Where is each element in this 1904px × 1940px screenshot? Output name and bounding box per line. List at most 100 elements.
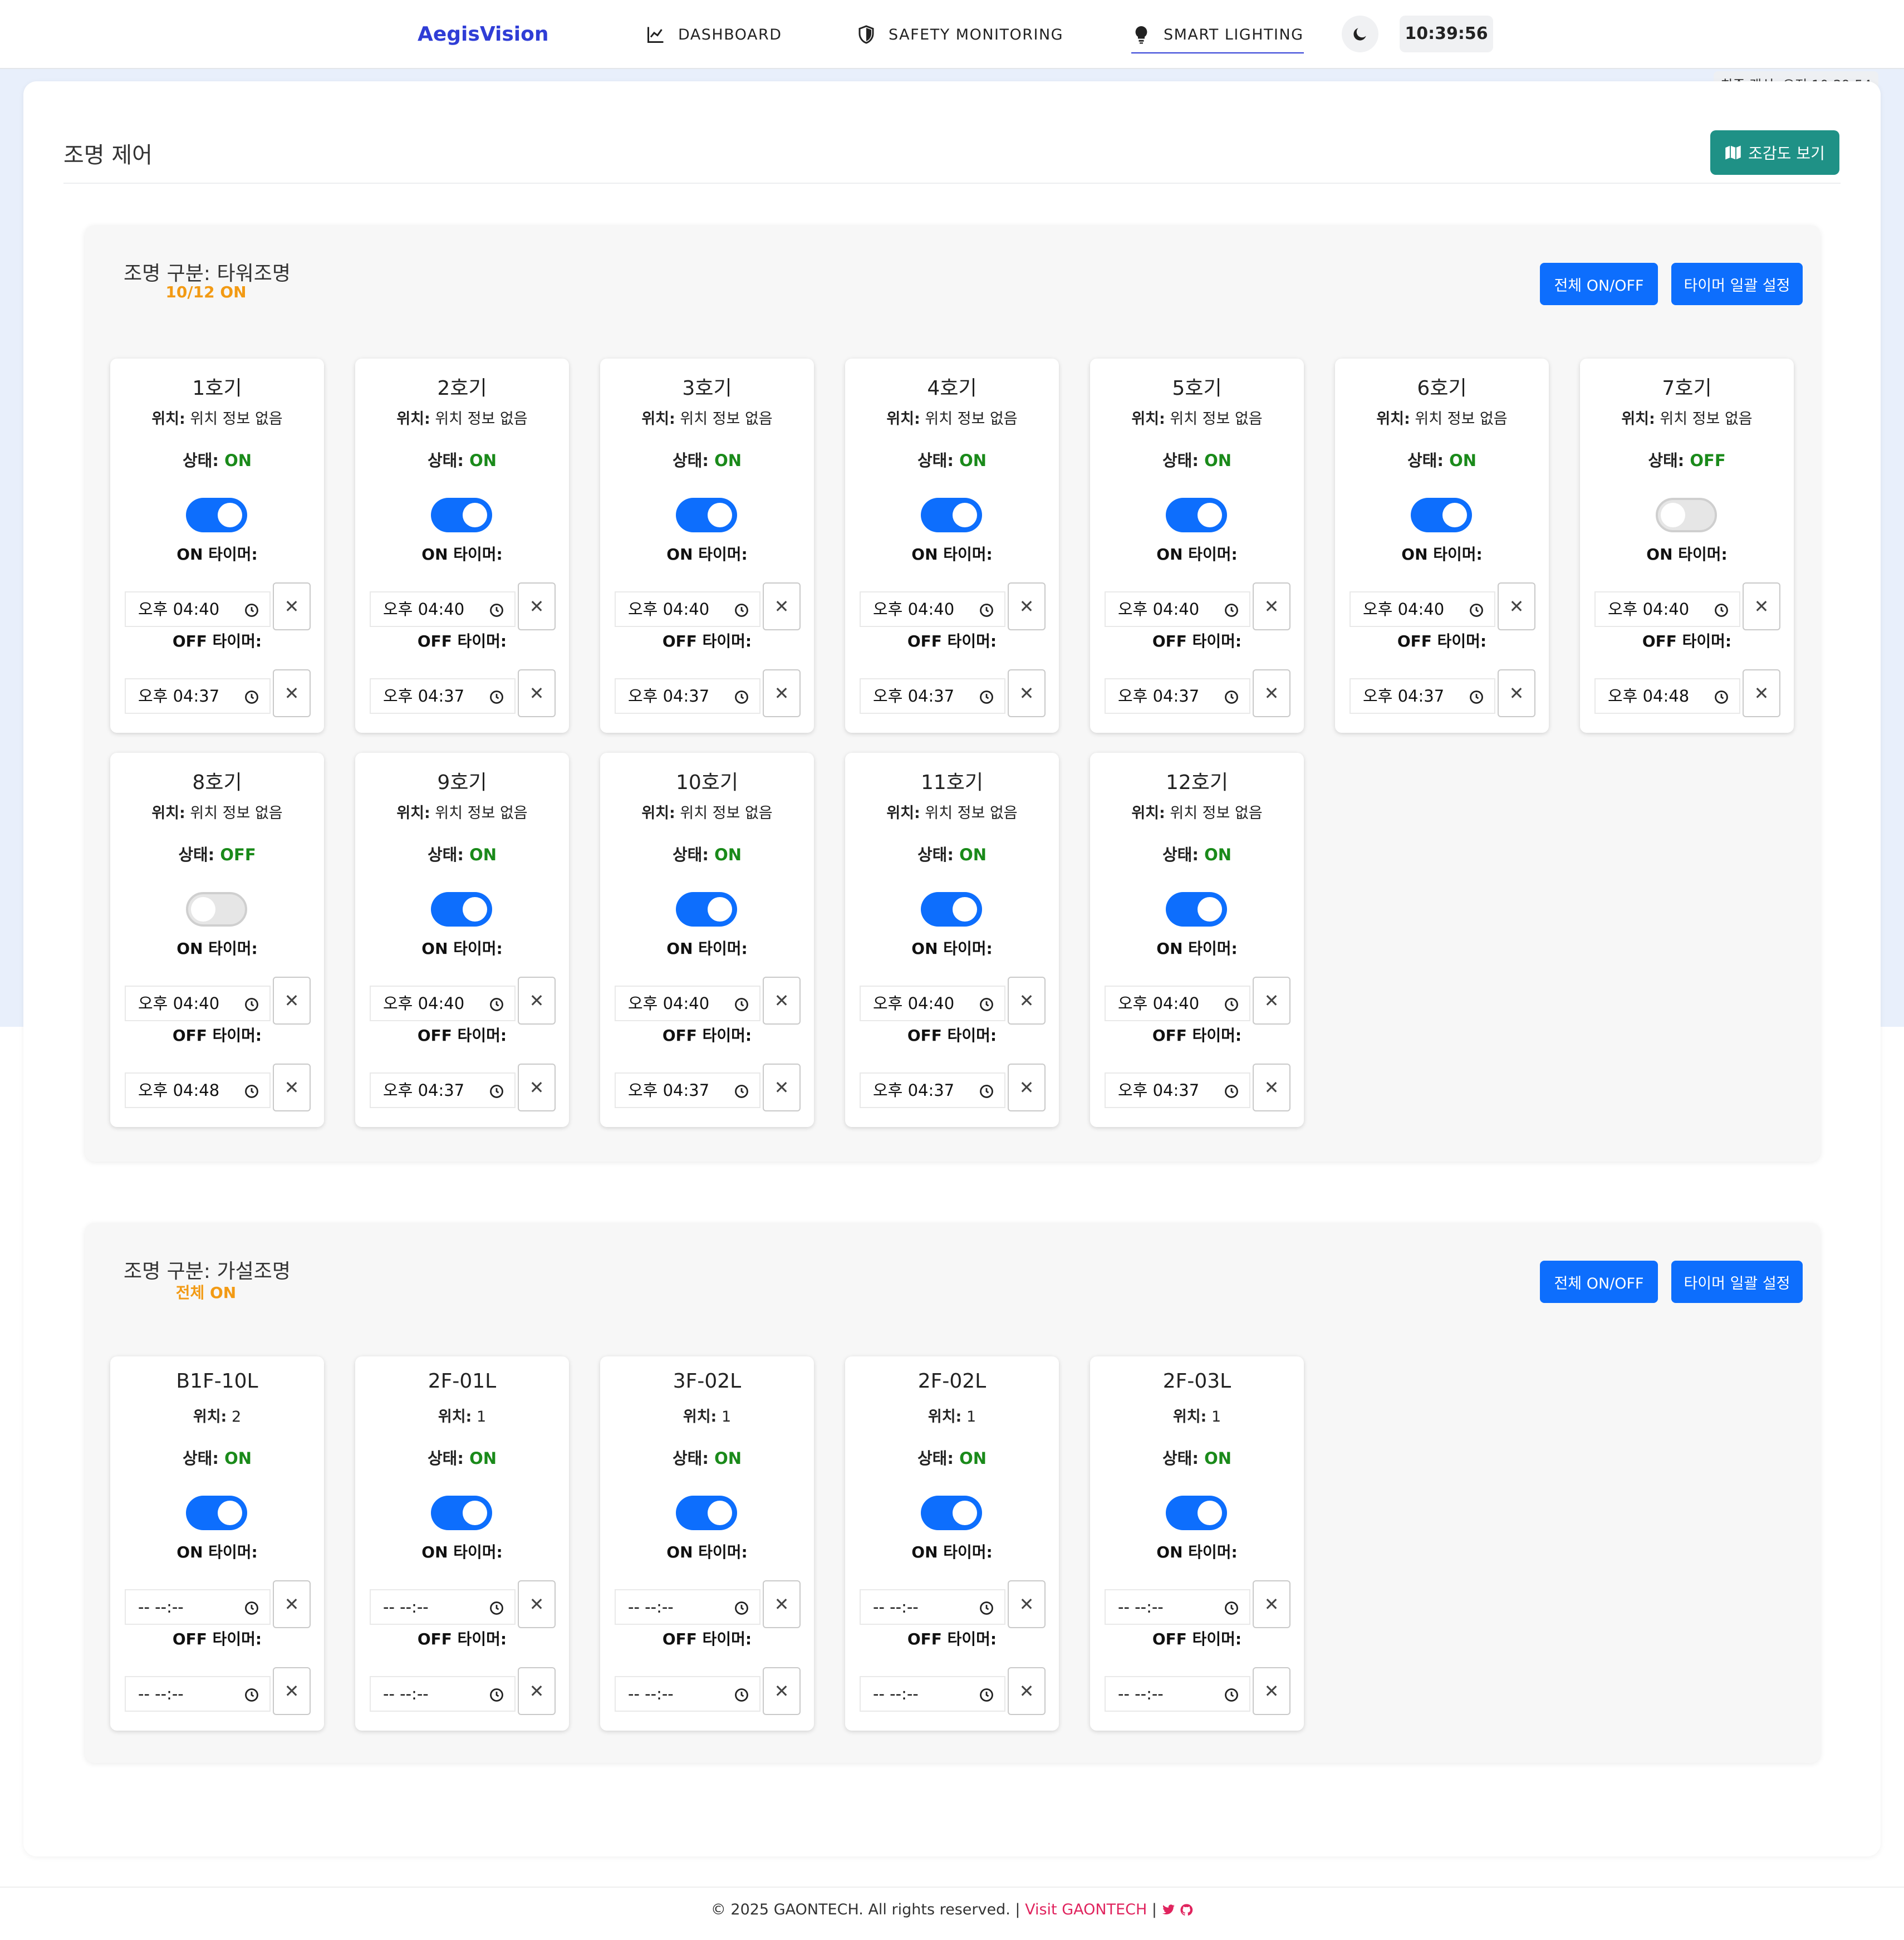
- off-timer-input[interactable]: 오후 04:48: [125, 1072, 271, 1108]
- clear-on-timer-button[interactable]: ✕: [1253, 582, 1290, 630]
- clear-off-timer-button[interactable]: ✕: [518, 669, 556, 717]
- off-timer-input[interactable]: 오후 04:48: [1594, 678, 1740, 714]
- light-power-toggle[interactable]: [676, 892, 737, 927]
- clear-off-timer-button[interactable]: ✕: [1008, 1667, 1046, 1715]
- on-timer-input[interactable]: 오후 04:40: [1105, 591, 1250, 627]
- on-timer-input[interactable]: 오후 04:40: [1594, 591, 1740, 627]
- light-power-toggle[interactable]: [676, 1496, 737, 1530]
- clear-off-timer-button[interactable]: ✕: [1498, 669, 1535, 717]
- clear-off-timer-button[interactable]: ✕: [1008, 669, 1046, 717]
- light-power-toggle[interactable]: [431, 498, 492, 532]
- light-power-toggle[interactable]: [186, 892, 247, 927]
- light-location: 위치: 위치 정보 없음: [1090, 801, 1304, 822]
- clear-on-timer-button[interactable]: ✕: [273, 977, 311, 1025]
- all-onoff-button[interactable]: 전체 ON/OFF: [1540, 263, 1658, 305]
- on-timer-input[interactable]: 오후 04:40: [1350, 591, 1495, 627]
- off-timer-input[interactable]: 오후 04:37: [860, 1072, 1005, 1108]
- footer-link[interactable]: Visit GAONTECH: [1025, 1901, 1147, 1918]
- timer-batch-button[interactable]: 타이머 일괄 설정: [1671, 263, 1803, 305]
- off-timer-input[interactable]: 오후 04:37: [860, 678, 1005, 714]
- on-timer-input[interactable]: -- --:--: [615, 1589, 760, 1625]
- off-timer-input[interactable]: 오후 04:37: [1105, 678, 1250, 714]
- brand-logo[interactable]: AegisVision: [418, 20, 549, 49]
- on-timer-input[interactable]: 오후 04:40: [860, 986, 1005, 1021]
- clear-on-timer-button[interactable]: ✕: [518, 1580, 556, 1628]
- on-timer-input[interactable]: 오후 04:40: [125, 591, 271, 627]
- light-power-toggle[interactable]: [1656, 498, 1717, 532]
- clear-off-timer-button[interactable]: ✕: [763, 669, 801, 717]
- clear-off-timer-button[interactable]: ✕: [273, 669, 311, 717]
- clear-on-timer-button[interactable]: ✕: [273, 1580, 311, 1628]
- clear-on-timer-button[interactable]: ✕: [518, 977, 556, 1025]
- light-power-toggle[interactable]: [676, 498, 737, 532]
- light-power-toggle[interactable]: [431, 1496, 492, 1530]
- clear-off-timer-button[interactable]: ✕: [1743, 669, 1780, 717]
- off-timer-input[interactable]: 오후 04:37: [615, 678, 760, 714]
- off-timer-input[interactable]: 오후 04:37: [615, 1072, 760, 1108]
- clear-off-timer-button[interactable]: ✕: [1253, 1064, 1290, 1111]
- on-timer-input[interactable]: 오후 04:40: [860, 591, 1005, 627]
- on-timer-input[interactable]: 오후 04:40: [615, 591, 760, 627]
- clear-off-timer-button[interactable]: ✕: [1253, 1667, 1290, 1715]
- off-timer-input[interactable]: -- --:--: [370, 1676, 516, 1712]
- clear-on-timer-button[interactable]: ✕: [273, 582, 311, 630]
- light-power-toggle[interactable]: [921, 498, 982, 532]
- theme-toggle-button[interactable]: [1342, 16, 1378, 52]
- clear-on-timer-button[interactable]: ✕: [763, 582, 801, 630]
- clear-on-timer-button[interactable]: ✕: [1743, 582, 1780, 630]
- light-power-toggle[interactable]: [921, 1496, 982, 1530]
- nav-safety-monitoring[interactable]: SAFETY MONITORING: [856, 20, 1063, 49]
- off-timer-input[interactable]: 오후 04:37: [1350, 678, 1495, 714]
- on-timer-input[interactable]: -- --:--: [1105, 1589, 1250, 1625]
- on-timer-input[interactable]: 오후 04:40: [615, 986, 760, 1021]
- light-power-toggle[interactable]: [1166, 1496, 1227, 1530]
- clear-on-timer-button[interactable]: ✕: [518, 582, 556, 630]
- light-card: 7호기 위치: 위치 정보 없음 상태: OFF ON 타이머: 오후 04:4…: [1580, 359, 1794, 733]
- light-power-toggle[interactable]: [1411, 498, 1472, 532]
- on-timer-input[interactable]: -- --:--: [370, 1589, 516, 1625]
- on-timer-input[interactable]: 오후 04:40: [370, 986, 516, 1021]
- clear-off-timer-button[interactable]: ✕: [763, 1667, 801, 1715]
- twitter-icon[interactable]: [1162, 1903, 1175, 1917]
- off-timer-input[interactable]: -- --:--: [615, 1676, 760, 1712]
- clear-on-timer-button[interactable]: ✕: [1253, 977, 1290, 1025]
- off-timer-input[interactable]: 오후 04:37: [125, 678, 271, 714]
- off-timer-input[interactable]: -- --:--: [1105, 1676, 1250, 1712]
- off-timer-input[interactable]: -- --:--: [125, 1676, 271, 1712]
- timer-batch-button[interactable]: 타이머 일괄 설정: [1671, 1261, 1803, 1303]
- light-power-toggle[interactable]: [921, 892, 982, 927]
- clear-off-timer-button[interactable]: ✕: [273, 1667, 311, 1715]
- off-timer-input[interactable]: 오후 04:37: [370, 678, 516, 714]
- clear-off-timer-button[interactable]: ✕: [273, 1064, 311, 1111]
- on-timer-input[interactable]: 오후 04:40: [125, 986, 271, 1021]
- clear-off-timer-button[interactable]: ✕: [763, 1064, 801, 1111]
- clear-on-timer-button[interactable]: ✕: [1253, 1580, 1290, 1628]
- light-power-toggle[interactable]: [431, 892, 492, 927]
- clear-off-timer-button[interactable]: ✕: [1253, 669, 1290, 717]
- light-power-toggle[interactable]: [1166, 498, 1227, 532]
- clear-on-timer-button[interactable]: ✕: [763, 977, 801, 1025]
- off-timer-input[interactable]: 오후 04:37: [1105, 1072, 1250, 1108]
- on-timer-input[interactable]: 오후 04:40: [370, 591, 516, 627]
- on-timer-input[interactable]: -- --:--: [860, 1589, 1005, 1625]
- off-timer-input[interactable]: -- --:--: [860, 1676, 1005, 1712]
- light-power-toggle[interactable]: [186, 1496, 247, 1530]
- on-timer-input[interactable]: 오후 04:40: [1105, 986, 1250, 1021]
- light-power-toggle[interactable]: [186, 498, 247, 532]
- on-timer-input[interactable]: -- --:--: [125, 1589, 271, 1625]
- nav-dashboard[interactable]: DASHBOARD: [646, 20, 782, 49]
- clear-on-timer-button[interactable]: ✕: [763, 1580, 801, 1628]
- light-power-toggle[interactable]: [1166, 892, 1227, 927]
- clear-on-timer-button[interactable]: ✕: [1008, 1580, 1046, 1628]
- clear-on-timer-button[interactable]: ✕: [1008, 582, 1046, 630]
- all-onoff-button[interactable]: 전체 ON/OFF: [1540, 1261, 1658, 1303]
- github-icon[interactable]: [1180, 1903, 1193, 1917]
- clear-off-timer-button[interactable]: ✕: [518, 1064, 556, 1111]
- clear-off-timer-button[interactable]: ✕: [518, 1667, 556, 1715]
- clear-on-timer-button[interactable]: ✕: [1498, 582, 1535, 630]
- clear-on-timer-button[interactable]: ✕: [1008, 977, 1046, 1025]
- clear-off-timer-button[interactable]: ✕: [1008, 1064, 1046, 1111]
- off-timer-input[interactable]: 오후 04:37: [370, 1072, 516, 1108]
- nav-smart-lighting[interactable]: SMART LIGHTING: [1131, 20, 1304, 53]
- aerial-view-button[interactable]: 조감도 보기: [1710, 130, 1839, 175]
